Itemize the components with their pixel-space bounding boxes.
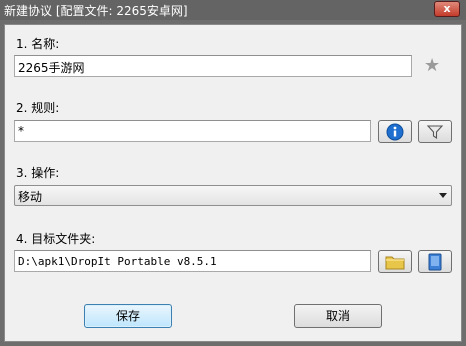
info-icon — [386, 123, 404, 140]
book-icon — [428, 253, 442, 270]
folder-label: 4. 目标文件夹: — [16, 232, 96, 246]
folder-icon — [385, 256, 405, 269]
browse-folder-button[interactable] — [378, 250, 412, 273]
filter-button[interactable] — [418, 120, 452, 143]
cancel-button[interactable]: 取消 — [294, 304, 382, 328]
name-label: 1. 名称: — [16, 37, 60, 51]
save-button[interactable]: 保存 — [84, 304, 172, 328]
rule-label: 2. 规则: — [16, 101, 60, 115]
action-select[interactable]: 移动 — [14, 185, 452, 206]
dialog-body: 1. 名称: 2265手游网 ★ 2. 规则: * 3. 操作: 移动 4. 目… — [4, 24, 462, 342]
dialog-window: 新建协议 [配置文件: 2265安卓网] x 1. 名称: 2265手游网 ★ … — [0, 0, 466, 346]
close-button[interactable]: x — [434, 1, 460, 17]
name-input[interactable]: 2265手游网 — [14, 55, 412, 77]
star-icon[interactable]: ★ — [424, 55, 440, 76]
folder-input[interactable]: D:\apk1\DropIt Portable v8.5.1 — [14, 250, 371, 272]
action-label: 3. 操作: — [16, 166, 60, 180]
action-select-value: 移动 — [18, 190, 43, 204]
chevron-down-icon — [439, 193, 447, 198]
info-button[interactable] — [378, 120, 412, 143]
title-bar[interactable]: 新建协议 [配置文件: 2265安卓网] x — [0, 0, 466, 20]
window-title: 新建协议 [配置文件: 2265安卓网] — [4, 4, 188, 18]
open-folder-button[interactable] — [418, 250, 452, 273]
rule-input[interactable]: * — [14, 120, 371, 142]
filter-icon — [426, 124, 444, 139]
